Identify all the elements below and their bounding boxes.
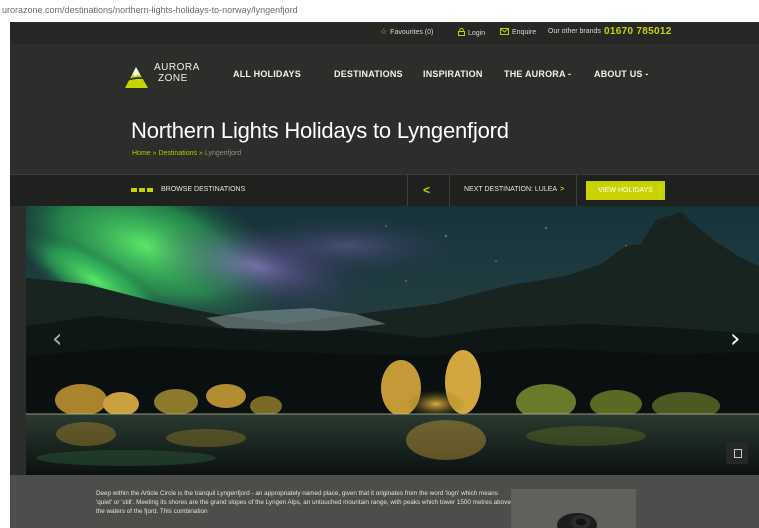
logo-line-1: AURORA <box>154 62 200 73</box>
slideshow-prev-button[interactable]: ‹ <box>52 324 62 354</box>
breadcrumb: Home » Destinations » Lyngenfjord <box>132 150 241 157</box>
previous-destination-button[interactable]: < <box>423 183 430 197</box>
login-link[interactable]: Login <box>458 27 486 38</box>
logo-mountain-icon <box>122 67 152 88</box>
logo-line-2: ZONE <box>158 73 188 84</box>
nav-all-holidays[interactable]: ALL HOLIDAYS <box>233 69 301 79</box>
next-destination-label: NEXT DESTINATION: LULEA <box>464 186 558 193</box>
breadcrumb-current: Lyngenfjord <box>204 150 242 157</box>
login-label: Login <box>468 29 486 37</box>
utility-bar: ☆ Favourites (0) Login Enquire Our other… <box>10 22 759 44</box>
intro-paragraph: Deep within the Article Circle is the tr… <box>96 490 511 515</box>
page-title: Northern Lights Holidays to Lyngenfjord <box>131 118 509 143</box>
browser-url-bar[interactable]: urorazone.com/destinations/northern-ligh… <box>0 0 759 22</box>
aurora-landscape-image <box>26 206 759 475</box>
nav-the-aurora[interactable]: THE AURORA - <box>504 69 571 79</box>
enquire-link[interactable]: Enquire <box>500 28 536 37</box>
breadcrumb-home[interactable]: Home <box>132 150 151 157</box>
slideshow-next-button[interactable]: › <box>730 324 740 354</box>
favourites-label: Favourites (0) <box>390 28 434 36</box>
divider <box>576 175 577 207</box>
breadcrumb-destinations[interactable]: Destinations <box>158 150 197 157</box>
logo-wordmark: AURORA ZONE <box>154 62 200 84</box>
next-destination-link[interactable]: NEXT DESTINATION: LULEA > <box>464 186 564 193</box>
nav-inspiration[interactable]: INSPIRATION <box>423 69 483 79</box>
aurora-zone-logo[interactable]: AURORA ZONE <box>122 61 202 91</box>
intro-section: Deep within the Article Circle is the tr… <box>10 475 759 528</box>
star-icon: ☆ <box>380 27 388 36</box>
favourites-link[interactable]: ☆ Favourites (0) <box>380 28 433 36</box>
chevron-right-icon: > <box>560 186 565 193</box>
destination-bar: BROWSE DESTINATIONS < NEXT DESTINATION: … <box>10 174 759 207</box>
browse-destinations-label: BROWSE DESTINATIONS <box>161 186 246 193</box>
camera-photo <box>511 489 636 528</box>
other-brands-link[interactable]: Our other brands <box>548 28 601 35</box>
main-navigation: AURORA ZONE ALL HOLIDAYS DESTINATIONS IN… <box>10 44 759 100</box>
expand-icon[interactable] <box>726 442 748 464</box>
nav-destinations[interactable]: DESTINATIONS <box>334 69 403 79</box>
website: ☆ Favourites (0) Login Enquire Our other… <box>10 22 759 528</box>
nav-about-us[interactable]: ABOUT US - <box>594 69 649 79</box>
grid-blocks-icon <box>131 187 153 192</box>
browse-destinations-button[interactable]: BROWSE DESTINATIONS <box>131 186 245 193</box>
divider <box>449 175 450 207</box>
phone-number[interactable]: 01670 785012 <box>604 26 672 37</box>
breadcrumb-separator: » <box>197 150 205 157</box>
envelope-icon <box>500 28 509 37</box>
enquire-label: Enquire <box>512 29 537 36</box>
view-holidays-button[interactable]: VIEW HOLIDAYS <box>586 181 665 200</box>
divider <box>407 175 408 207</box>
other-brands-label: Our other brands <box>548 28 601 35</box>
lock-icon <box>458 27 465 38</box>
hero-slideshow[interactable]: ‹ › <box>26 206 759 475</box>
side-image[interactable] <box>511 489 636 528</box>
